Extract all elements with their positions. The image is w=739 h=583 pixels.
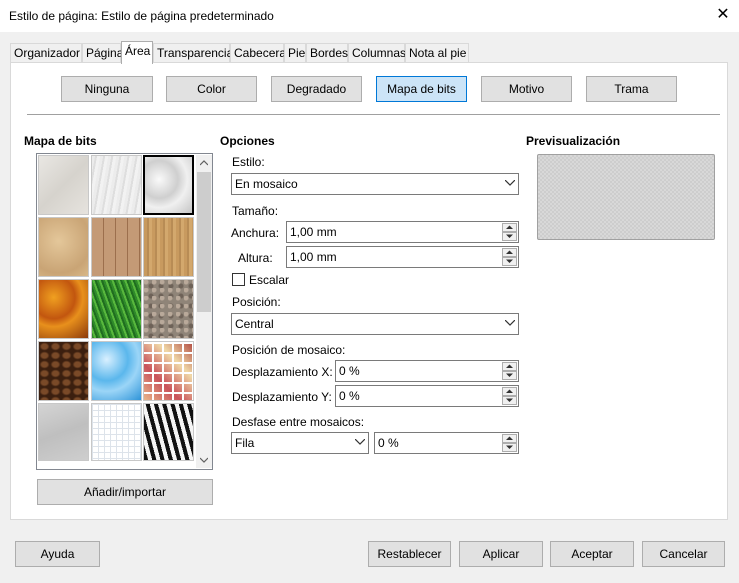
style-value: En mosaico [235, 177, 298, 191]
tile-offset-spinfield[interactable]: 0 % [374, 432, 519, 454]
cancel-button[interactable]: Cancelar [642, 541, 725, 567]
bitmap-thumb-parchment-paper[interactable] [91, 217, 142, 277]
bitmap-thumb-paper-graph[interactable] [38, 217, 89, 277]
separator [27, 114, 720, 115]
scroll-up-icon[interactable] [200, 160, 208, 166]
gallery-scrollbar[interactable] [196, 155, 212, 468]
tab-bordes[interactable]: Bordes [306, 43, 348, 63]
height-spinfield[interactable]: 1,00 mm [286, 246, 519, 268]
title-bar: Estilo de página: Estilo de página prede… [0, 0, 739, 32]
tab-nota-al-pie[interactable]: Nota al pie [405, 43, 469, 63]
style-combo[interactable]: En mosaico [231, 173, 519, 195]
scroll-down-icon[interactable] [200, 457, 208, 463]
scale-checkbox[interactable] [232, 273, 245, 286]
bitmap-gallery[interactable] [36, 153, 213, 470]
position-value: Central [235, 317, 274, 331]
spin-up-icon[interactable] [502, 362, 517, 371]
bitmap-thumb-wooden-board[interactable] [38, 279, 89, 339]
scale-label: Escalar [249, 273, 290, 287]
bitmap-thumb-paper-crumpled[interactable] [143, 155, 194, 215]
tile-offset-value: 0 % [378, 436, 399, 450]
fill-none-button[interactable]: Ninguna [61, 76, 153, 102]
add-import-button[interactable]: Añadir/importar [37, 479, 213, 505]
width-label: Anchura: [231, 226, 280, 240]
spin-down-icon[interactable] [502, 257, 517, 266]
width-value: 1,00 mm [290, 225, 337, 239]
tile-offset-mode-value: Fila [235, 436, 255, 450]
spin-down-icon[interactable] [502, 443, 517, 452]
style-label: Estilo: [232, 155, 265, 169]
offset-x-spinfield[interactable]: 0 % [335, 360, 519, 382]
spin-down-icon[interactable] [502, 396, 517, 405]
apply-button[interactable]: Aplicar [459, 541, 543, 567]
options-heading: Opciones [220, 134, 275, 148]
offset-x-value: 0 % [339, 364, 360, 378]
tab-columnas[interactable]: Columnas [348, 43, 406, 63]
height-label: Altura: [238, 251, 273, 265]
preview-heading: Previsualización [526, 134, 621, 148]
tab-cabecera[interactable]: Cabecera [230, 43, 286, 63]
bitmap-thumb-painted-white[interactable] [38, 155, 89, 215]
spin-up-icon[interactable] [502, 387, 517, 396]
fill-hatch-button[interactable]: Trama [586, 76, 677, 102]
fill-bitmap-button[interactable]: Mapa de bits [376, 76, 467, 102]
scrollbar-thumb[interactable] [197, 172, 211, 312]
fill-pattern-button[interactable]: Motivo [481, 76, 572, 102]
size-label: Tamaño: [232, 204, 279, 218]
ok-button[interactable]: Aceptar [550, 541, 634, 567]
chevron-down-icon[interactable] [501, 314, 518, 334]
bitmap-thumb-zebra[interactable] [143, 403, 194, 461]
bitmap-heading: Mapa de bits [24, 134, 97, 148]
bitmap-thumb-bathroom-tiles[interactable] [38, 403, 89, 461]
spin-down-icon[interactable] [502, 232, 517, 241]
close-icon[interactable]: ✕ [712, 4, 734, 26]
bitmap-thumb-maple-leaves[interactable] [91, 279, 142, 339]
offset-y-label: Desplazamiento Y: [232, 390, 332, 404]
tab-transparencia[interactable]: Transparencia [153, 43, 233, 63]
spin-down-icon[interactable] [502, 371, 517, 380]
tile-offset-mode-combo[interactable]: Fila [231, 432, 369, 454]
chevron-down-icon[interactable] [501, 174, 518, 194]
help-button[interactable]: Ayuda [15, 541, 100, 567]
bitmap-thumb-wall-of-rock[interactable] [91, 403, 142, 461]
position-combo[interactable]: Central [231, 313, 519, 335]
window-title: Estilo de página: Estilo de página prede… [9, 9, 274, 23]
offset-y-spinfield[interactable]: 0 % [335, 385, 519, 407]
spin-up-icon[interactable] [502, 223, 517, 232]
tab-pie[interactable]: Pie [284, 43, 306, 63]
bitmap-thumb-little-clouds[interactable] [143, 341, 194, 401]
bitmap-thumb-fence[interactable] [143, 217, 194, 277]
bitmap-thumb-paper-texture[interactable] [91, 155, 142, 215]
offset-y-value: 0 % [339, 389, 360, 403]
height-value: 1,00 mm [290, 250, 337, 264]
chevron-down-icon[interactable] [351, 433, 368, 453]
preview-area [537, 154, 715, 240]
fill-gradient-button[interactable]: Degradado [271, 76, 362, 102]
bitmap-thumb-lawn[interactable] [143, 279, 194, 339]
bitmap-thumb-colorful-pebbles[interactable] [38, 341, 89, 401]
tab-pagina[interactable]: Página [82, 43, 123, 63]
spin-up-icon[interactable] [502, 248, 517, 257]
fill-color-button[interactable]: Color [166, 76, 257, 102]
spin-up-icon[interactable] [502, 434, 517, 443]
tab-organizador[interactable]: Organizador [10, 43, 82, 63]
tile-position-label: Posición de mosaico: [232, 343, 346, 357]
tab-area[interactable]: Área [121, 41, 153, 64]
width-spinfield[interactable]: 1,00 mm [286, 221, 519, 243]
bitmap-thumb-coffee-beans[interactable] [91, 341, 142, 401]
tile-offset-label: Desfase entre mosaicos: [232, 415, 365, 429]
position-label: Posición: [232, 295, 281, 309]
reset-button[interactable]: Restablecer [368, 541, 451, 567]
offset-x-label: Desplazamiento X: [232, 365, 333, 379]
